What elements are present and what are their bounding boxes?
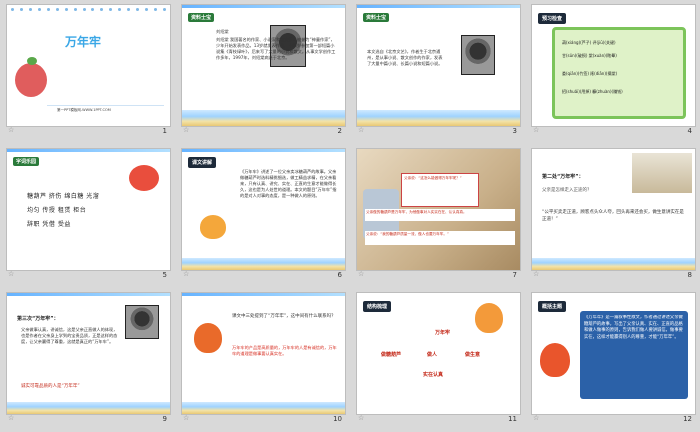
speech-box-1: 父亲说：“这怎么能做得万年牢呢？” — [401, 173, 479, 207]
star-icon: ☆ — [533, 126, 540, 134]
slide-grid: 万年牢 第一PPT模板网-WWW.1PPT.COM ☆ 1 资料士宝 刘绍棠 刘… — [0, 0, 700, 431]
word-row-2: 均匀 传授 租赁 柜台 — [27, 207, 87, 214]
slide-number: 7 — [512, 271, 517, 279]
structure-mid: 做人 — [427, 352, 438, 358]
slide-thumb-10[interactable]: 课文中三处提到了“万年牢”，这中间有什么联系吗？ 万年牢的产品是高质量的，万年牢… — [175, 288, 350, 432]
cartoon-fruit-icon — [475, 303, 503, 333]
star-icon: ☆ — [533, 270, 540, 278]
summary-box: 《万年牢》是一篇叙事性散文，作者通过讲述父亲做糖葫芦的故事，写出了父亲认真、实在… — [580, 311, 688, 399]
slide-3[interactable]: 资料士宝 本文选自《北京文艺》，作者生于北京通州，是从事小说、散文创作的作家，发… — [356, 4, 521, 127]
slide-number: 12 — [683, 415, 692, 423]
slide-8[interactable]: 第二处“万年牢”： 父亲是怎样走入正途的？ “公平买卖走正道，顾客点头众人夸，回… — [531, 148, 696, 271]
section-tag: 资料士宝 — [363, 13, 390, 22]
star-icon: ☆ — [8, 270, 15, 278]
word-row-1: 糖葫芦 挤伤 绵白糖 光溜 — [27, 193, 100, 200]
slide-7[interactable]: 父亲说：“这怎么能做得万年牢呢？” 父亲做的糖葫芦是万年牢，为他做事对人实实在在… — [356, 148, 521, 271]
star-icon: ☆ — [358, 414, 365, 422]
slide-answer: 万年牢的产品是高质量的，万年牢的人是有诚信的，万年牢的道理是做事要认真实在。 — [232, 345, 337, 356]
author-photo — [125, 305, 159, 339]
structure-center: 万年牢 — [435, 330, 451, 336]
cartoon-fruit-icon — [200, 215, 226, 239]
slide-question: 父亲是怎样走入正途的？ — [542, 188, 592, 193]
section-tag: 资料士宝 — [188, 13, 215, 22]
slide-footer-note: 诚实可靠品质的人是“万年牢” — [21, 384, 80, 389]
cartoon-apple-icon — [15, 63, 47, 97]
slide-body: 刘绍棠 我国著名的作家、小说家和散文家。被誉为“神童作家”，少年开始发表作品，1… — [216, 37, 336, 60]
slide-body: 父亲做事认真，讲诚信，这是父亲正直做人的体现，也是作者在父亲身上学到的宝贵品质，… — [21, 327, 118, 344]
star-icon: ☆ — [533, 414, 540, 422]
slide-number: 5 — [162, 271, 167, 279]
star-icon: ☆ — [8, 126, 15, 134]
star-icon: ☆ — [183, 270, 190, 278]
section-tag: 概括主题 — [538, 301, 567, 312]
vocab-row-3: 委(qiān)(竹签) 裱(diān)(摘棠) — [562, 71, 618, 76]
slide-1[interactable]: 万年牢 第一PPT模板网-WWW.1PPT.COM — [6, 4, 171, 127]
slide-body: “公平买卖走正道，顾客点头众人夸，回头再来还会买，做生意讲实在是正道！” — [542, 210, 684, 222]
slide-number: 9 — [162, 415, 167, 423]
cartoon-fruit-icon — [540, 343, 570, 377]
slide-body: 《万年牢》讲述了一位父亲卖冰糖葫芦的故事。父亲做糖葫芦时选料精挑细选，做工精益求… — [240, 169, 337, 198]
slide-5[interactable]: 字词乐园 糖葫芦 挤伤 绵白糖 光溜 均匀 传授 租赁 柜台 辞职 凭借 受益 — [6, 148, 171, 271]
section-tag: 预习检查 — [538, 13, 567, 24]
slide-thumb-8[interactable]: 第二处“万年牢”： 父亲是怎样走入正途的？ “公平买卖走正道，顾客点头众人夸，回… — [525, 144, 700, 288]
star-icon: ☆ — [358, 126, 365, 134]
cartoon-fruit-icon — [194, 323, 222, 353]
slide-thumb-4[interactable]: 预习检查 葫(xiáng)(芦子) 评(jiū)(关键) 甘(sǔn)(破损) … — [525, 0, 700, 144]
slide-number: 10 — [333, 415, 342, 423]
slide-thumb-3[interactable]: 资料士宝 本文选自《北京文艺》，作者生于北京通州，是从事小说、散文创作的作家，发… — [350, 0, 525, 144]
leaf-icon — [27, 57, 37, 65]
slide-6[interactable]: 课文讲解 《万年牢》讲述了一位父亲卖冰糖葫芦的故事。父亲做糖葫芦时选料精挑细选，… — [181, 148, 346, 271]
slide-number: 3 — [512, 127, 517, 135]
section-tag: 课文讲解 — [188, 157, 217, 168]
slide-10[interactable]: 课文中三处提到了“万年牢”，这中间有什么联系吗？ 万年牢的产品是高质量的，万年牢… — [181, 292, 346, 415]
star-icon: ☆ — [358, 270, 365, 278]
author-name: 刘绍棠 — [216, 29, 229, 34]
star-icon: ☆ — [8, 414, 15, 422]
slide-title: 万年牢 — [65, 35, 102, 49]
slide-thumb-2[interactable]: 资料士宝 刘绍棠 刘绍棠 我国著名的作家、小说家和散文家。被誉为“神童作家”，少… — [175, 0, 350, 144]
speech-box-2: 父亲做的糖葫芦是万年牢，为他做事对人实实在在、认认真真。 — [365, 209, 515, 221]
slide-thumb-7[interactable]: 父亲说：“这怎么能做得万年牢呢？” 父亲做的糖葫芦是万年牢，为他做事对人实实在在… — [350, 144, 525, 288]
slide-4[interactable]: 预习检查 葫(xiáng)(芦子) 评(jiū)(关键) 甘(sǔn)(破损) … — [531, 4, 696, 127]
structure-left: 做糖葫芦 — [381, 352, 402, 358]
slide-2[interactable]: 资料士宝 刘绍棠 刘绍棠 我国著名的作家、小说家和散文家。被誉为“神童作家”，少… — [181, 4, 346, 127]
slide-thumb-6[interactable]: 课文讲解 《万年牢》讲述了一位父亲卖冰糖葫芦的故事。父亲做糖葫芦时选料精挑细选，… — [175, 144, 350, 288]
author-photo — [461, 35, 495, 75]
slide-thumb-1[interactable]: 万年牢 第一PPT模板网-WWW.1PPT.COM ☆ 1 — [0, 0, 175, 144]
word-row-3: 辞职 凭借 受益 — [27, 221, 71, 228]
slide-number: 11 — [508, 415, 517, 423]
slide-12[interactable]: 概括主题 《万年牢》是一篇叙事性散文，作者通过讲述父亲做糖葫芦的故事，写出了父亲… — [531, 292, 696, 415]
slide-thumb-12[interactable]: 概括主题 《万年牢》是一篇叙事性散文，作者通过讲述父亲做糖葫芦的故事，写出了父亲… — [525, 288, 700, 432]
slide-heading: 第三次“万年牢”： — [17, 316, 59, 322]
slide-question: 课文中三处提到了“万年牢”，这中间有什么联系吗？ — [232, 314, 336, 319]
structure-bottom: 实在认真 — [423, 372, 444, 378]
slide-thumb-11[interactable]: 结构梳理 万年牢 做糖葫芦 做人 做生意 实在认真 ☆ 11 — [350, 288, 525, 432]
cartoon-mascot-icon — [129, 165, 159, 191]
speech-box-3: 父亲说：“我的糖葫芦质量一流，做人也要万年牢。” — [365, 231, 515, 245]
slide-number: 1 — [162, 127, 167, 135]
vocab-row-4: 招(shuǎi)(甩掉) 糠(zhuàn)(赚钱) — [562, 89, 623, 94]
slide-body: 本文选自《北京文艺》，作者生于北京通州，是从事小说、散文创作的作家，发表了大量中… — [367, 49, 443, 66]
slide-number: 6 — [337, 271, 342, 279]
slide-9[interactable]: 第三次“万年牢”： 父亲做事认真，讲诚信，这是父亲正直做人的体现，也是作者在父亲… — [6, 292, 171, 415]
vocab-row-1: 葫(xiáng)(芦子) 评(jiū)(关键) — [562, 40, 616, 45]
slide-thumb-5[interactable]: 字词乐园 糖葫芦 挤伤 绵白糖 光溜 均匀 传授 租赁 柜台 辞职 凭借 受益 … — [0, 144, 175, 288]
street-illustration — [632, 153, 692, 193]
star-icon: ☆ — [183, 414, 190, 422]
slide-footer: 第一PPT模板网-WWW.1PPT.COM — [57, 108, 111, 112]
slide-number: 4 — [687, 127, 692, 135]
slide-number: 2 — [337, 127, 342, 135]
section-tag: 字词乐园 — [13, 157, 40, 166]
slide-body: 《万年牢》是一篇叙事性散文，作者通过讲述父亲做糖葫芦的故事，写出了父亲认真、实在… — [584, 315, 683, 340]
section-tag: 结构梳理 — [363, 301, 392, 312]
structure-right: 做生意 — [465, 352, 481, 358]
vocab-row-2: 甘(sǔn)(破损) 棠(xuàn)(眩晕) — [562, 53, 617, 58]
slide-heading: 第二处“万年牢”： — [542, 174, 584, 180]
star-icon: ☆ — [183, 126, 190, 134]
slide-thumb-9[interactable]: 第三次“万年牢”： 父亲做事认真，讲诚信，这是父亲正直做人的体现，也是作者在父亲… — [0, 288, 175, 432]
slide-number: 8 — [687, 271, 692, 279]
slide-11[interactable]: 结构梳理 万年牢 做糖葫芦 做人 做生意 实在认真 — [356, 292, 521, 415]
